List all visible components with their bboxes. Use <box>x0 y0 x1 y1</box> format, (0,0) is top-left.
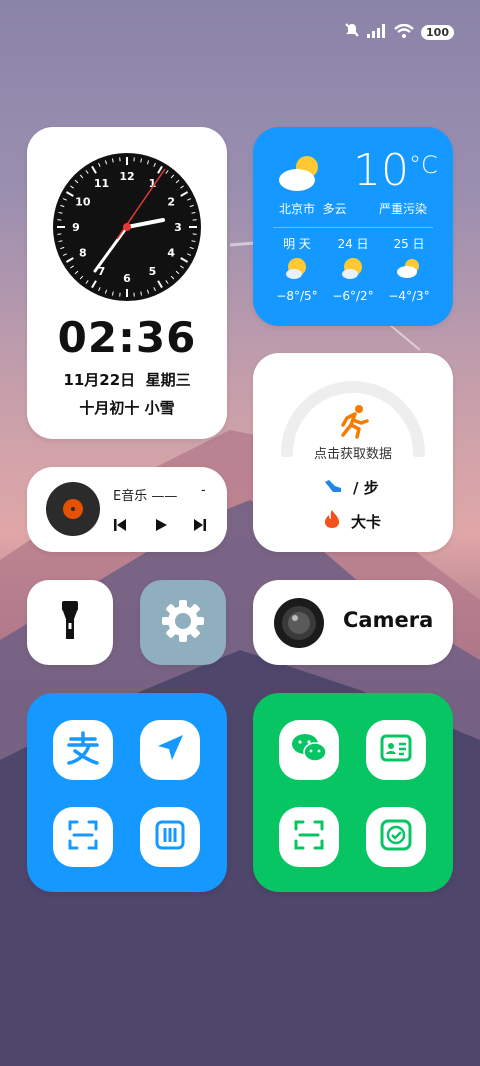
status-bar: 100 <box>344 22 454 42</box>
camera-widget[interactable]: Camera <box>253 580 453 665</box>
clock-numeral: 5 <box>149 265 157 278</box>
clock-numeral: 12 <box>119 170 134 183</box>
condition: 多云 <box>322 202 347 216</box>
weekday: 星期三 <box>145 371 191 389</box>
date-line: 11月22日 星期三 <box>27 369 227 390</box>
clock-widget[interactable]: 12 1 2 3 4 5 6 7 8 9 10 11 02:36 11月22日 星期三 十月初十 小雪 <box>27 127 227 439</box>
clock-numeral: 6 <box>123 272 131 285</box>
wechat-shortcut-group <box>253 693 453 892</box>
scan-icon <box>293 819 325 855</box>
steps-row: / 步 <box>323 477 379 498</box>
flashlight-icon <box>60 600 80 645</box>
contact-card-tile[interactable] <box>366 720 426 780</box>
forecast-day: 25 日 −4°/3° <box>379 235 439 303</box>
steps-label: / 步 <box>353 479 379 497</box>
bus-card-tile[interactable] <box>140 807 200 867</box>
lunar-date: 十月初十 <box>79 399 140 417</box>
wifi-icon <box>394 23 414 42</box>
solar-term: 小雪 <box>144 399 175 417</box>
current-temperature: 10°C <box>353 145 438 196</box>
forecast-day: 明 天 −8°/5° <box>267 235 327 303</box>
clock-numeral: 11 <box>94 177 109 190</box>
clock-numeral: 4 <box>167 247 175 260</box>
air-quality: 严重污染 <box>378 202 427 216</box>
sun-cloud-icon <box>267 255 327 285</box>
calories-row: 大卡 <box>323 509 381 533</box>
wechat-icon <box>291 732 327 768</box>
fetch-data-prompt: 点击获取数据 <box>313 447 392 462</box>
camera-lens-icon <box>274 598 324 652</box>
clock-numeral: 8 <box>79 247 87 260</box>
fitness-widget[interactable]: 点击获取数据 / 步 大卡 <box>253 353 453 552</box>
date: 11月22日 <box>63 371 136 389</box>
shoe-icon <box>323 478 343 498</box>
scan-tile[interactable] <box>53 807 113 867</box>
alipay-icon <box>65 731 101 769</box>
play-icon[interactable] <box>154 517 168 536</box>
wallet-check-icon <box>380 819 412 855</box>
camera-label: Camera <box>343 608 434 632</box>
city: 北京市 <box>279 202 316 216</box>
barcode-icon <box>155 820 185 854</box>
digital-time: 02:36 <box>57 313 197 362</box>
flame-icon <box>323 509 341 533</box>
artist-placeholder: - <box>201 483 206 498</box>
clock-numeral: 9 <box>72 221 80 234</box>
sun-cloud-icon <box>323 255 383 285</box>
previous-icon[interactable] <box>113 517 127 536</box>
music-widget[interactable]: E音乐 —— - <box>27 467 227 552</box>
mute-icon <box>344 22 360 42</box>
cloud-sun-icon <box>379 255 439 285</box>
wechat-scan-tile[interactable] <box>279 807 339 867</box>
song-title: E音乐 —— <box>113 489 178 504</box>
flashlight-button[interactable] <box>27 580 113 665</box>
cloudy-sun-icon <box>277 153 323 197</box>
scan-icon <box>67 819 99 855</box>
calories-label: 大卡 <box>351 512 382 531</box>
vinyl-record-icon <box>46 482 100 540</box>
next-icon[interactable] <box>193 517 207 536</box>
divider <box>273 227 433 228</box>
analog-clock: 121234567891011 <box>53 153 201 301</box>
clock-numeral: 2 <box>167 196 175 209</box>
navigation-tile[interactable] <box>140 720 200 780</box>
running-icon <box>335 403 371 443</box>
weather-widget[interactable]: 10°C 北京市 多云 严重污染 明 天 −8°/5° 24 日 −6°/2° … <box>253 127 453 326</box>
city-condition: 北京市 多云 <box>279 200 347 217</box>
clock-numeral: 10 <box>75 196 91 209</box>
forecast-day: 24 日 −6°/2° <box>323 235 383 303</box>
settings-button[interactable] <box>140 580 226 665</box>
battery-indicator: 100 <box>421 24 454 40</box>
signal-icon <box>367 23 387 42</box>
navigation-arrow-icon <box>154 732 186 768</box>
alipay-shortcut-group <box>27 693 227 892</box>
wechat-tile[interactable] <box>279 720 339 780</box>
alipay-tile[interactable] <box>53 720 113 780</box>
clock-numeral: 3 <box>174 221 182 234</box>
lunar-line: 十月初十 小雪 <box>27 397 227 418</box>
wechat-pay-tile[interactable] <box>366 807 426 867</box>
gear-icon <box>161 599 205 647</box>
id-card-icon <box>380 734 412 766</box>
